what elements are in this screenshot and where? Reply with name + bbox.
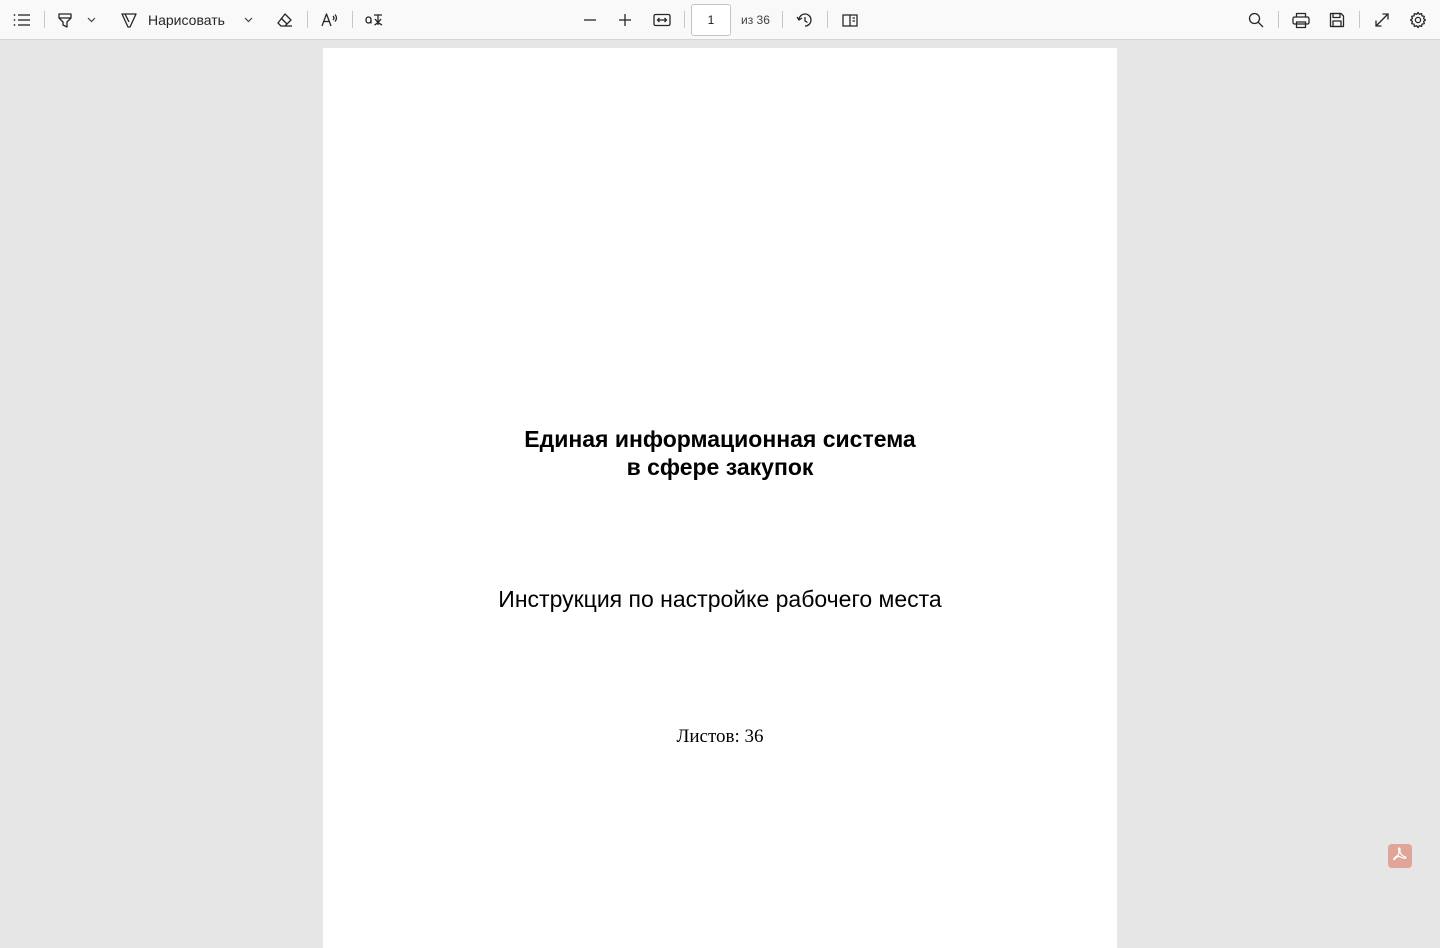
read-aloud-icon: [321, 13, 339, 27]
adobe-pdf-icon: [1392, 846, 1408, 867]
search-icon: [1248, 12, 1264, 28]
settings-button[interactable]: [1404, 0, 1432, 40]
document-title-line-1: Единая информационная система: [524, 426, 916, 452]
separator: [684, 11, 685, 28]
print-button[interactable]: [1287, 0, 1315, 40]
draw-button[interactable]: Нарисовать: [120, 0, 232, 40]
read-aloud-button[interactable]: [316, 0, 344, 40]
plus-icon: [618, 13, 632, 27]
page-view-button[interactable]: [836, 0, 864, 40]
translate-icon: [364, 13, 384, 27]
separator: [1359, 11, 1360, 28]
page-number-input[interactable]: [691, 4, 731, 36]
zoom-out-button[interactable]: [576, 0, 604, 40]
adobe-pdf-badge[interactable]: [1388, 844, 1412, 868]
pdf-page: Единая информационная система в сфере за…: [323, 48, 1117, 948]
fit-width-icon: [653, 13, 671, 27]
fit-width-button[interactable]: [648, 0, 676, 40]
separator: [307, 11, 308, 28]
document-sheet-count: Листов: 36: [676, 726, 764, 747]
separator: [827, 11, 828, 28]
expand-icon: [1374, 12, 1390, 28]
search-button[interactable]: [1242, 0, 1270, 40]
highlight-button[interactable]: [52, 0, 78, 40]
gear-icon: [1409, 11, 1427, 29]
separator: [352, 11, 353, 28]
erase-button[interactable]: [270, 0, 298, 40]
contents-button[interactable]: [8, 0, 36, 40]
save-icon: [1329, 12, 1345, 28]
document-title-line-2: в сфере закупок: [626, 454, 814, 480]
separator: [1278, 11, 1279, 28]
rotate-icon: [796, 11, 814, 29]
draw-options-button[interactable]: [239, 0, 257, 40]
highlighter-icon: [57, 12, 73, 29]
separator: [782, 11, 783, 28]
save-button[interactable]: [1323, 0, 1351, 40]
pen-icon: [120, 12, 138, 29]
eraser-icon: [276, 12, 293, 28]
chevron-down-icon: [244, 17, 253, 23]
fullscreen-button[interactable]: [1368, 0, 1396, 40]
document-viewer[interactable]: Единая информационная система в сфере за…: [0, 40, 1440, 948]
minus-icon: [583, 19, 597, 21]
chevron-down-icon: [87, 17, 96, 23]
zoom-in-button[interactable]: [611, 0, 639, 40]
draw-label: Нарисовать: [148, 12, 225, 28]
page-view-icon: [841, 13, 859, 28]
page-total: из 36: [741, 13, 770, 27]
translate-button[interactable]: [360, 0, 388, 40]
print-icon: [1292, 12, 1310, 29]
separator: [44, 11, 45, 28]
list-icon: [13, 13, 31, 27]
highlight-options-button[interactable]: [82, 0, 100, 40]
rotate-button[interactable]: [791, 0, 819, 40]
document-subtitle: Инструкция по настройке рабочего места: [498, 586, 942, 612]
toolbar: Нарисовать 1 из 36: [0, 0, 1440, 40]
